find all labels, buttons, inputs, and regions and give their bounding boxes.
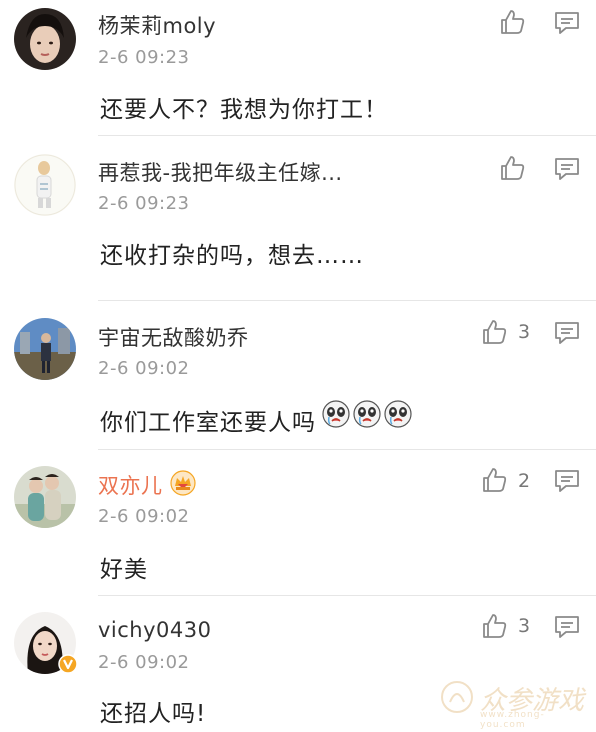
thumbs-up-icon[interactable] xyxy=(480,612,508,640)
like-count: 3 xyxy=(518,615,531,637)
comment-bubble-icon[interactable] xyxy=(554,614,580,640)
comment-text: 还招人吗! xyxy=(100,701,207,727)
username[interactable]: vichy0430 xyxy=(98,618,212,642)
watermark-logo-icon xyxy=(441,681,473,713)
watermark: 众参游戏 www.zhong-you.com xyxy=(440,676,590,730)
comment-list: 杨茉莉moly 2-6 09:23 还要人不？我想为你打工！ 再惹我-我把年级主… xyxy=(0,0,596,732)
verified-v-badge-icon xyxy=(58,654,78,674)
watermark-url: www.zhong-you.com xyxy=(480,710,545,730)
timestamp: 2-6 09:02 xyxy=(98,652,190,673)
comment-item: vichy0430 2-6 09:02 还招人吗! 3 xyxy=(0,0,596,732)
